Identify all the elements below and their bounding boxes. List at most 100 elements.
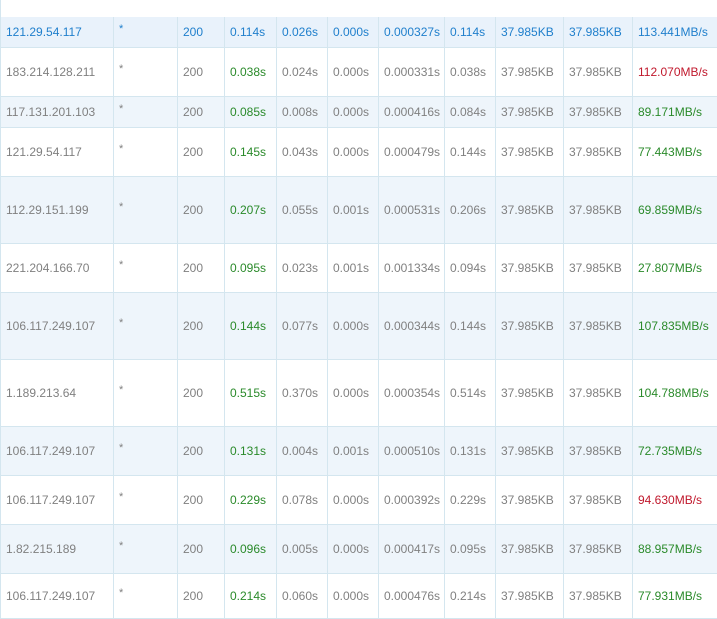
cell-download-speed: 69.859MB/s — [638, 203, 703, 217]
cell-dns-time: 0.001s — [328, 177, 379, 243]
cell-http-status: 200 — [178, 574, 225, 618]
cell-connect-time: 0.023s — [277, 244, 328, 292]
cell-total-time: 0.131s — [225, 427, 277, 475]
cell-http-status: 200 — [178, 244, 225, 292]
cell-download-speed: 77.931MB/s — [638, 589, 703, 603]
cell-resolved-host: * — [114, 427, 178, 475]
table-row[interactable]: 1.189.213.64 * 200 0.515s 0.370s 0.000s 0.0003… — [1, 360, 717, 427]
cell-download-speed: 88.957MB/s — [638, 542, 703, 556]
cell-download-time: 0.144s — [445, 293, 496, 359]
cell-download-speed: 107.835MB/s — [638, 319, 709, 333]
table-row[interactable]: 106.117.249.107 * 200 0.229s 0.078s 0.000s 0.0… — [1, 476, 717, 525]
cell-node-ip: 121.29.54.117 — [1, 128, 114, 176]
table-row[interactable]: 117.131.201.103 * 200 0.085s 0.008s 0.000s 0.0… — [1, 97, 717, 128]
cell-download-size: 37.985KB — [564, 128, 633, 176]
cell-download-speed: 113.441MB/s — [638, 25, 708, 39]
cell-total-time: 0.096s — [225, 525, 277, 573]
cell-download-size: 37.985KB — [564, 177, 633, 243]
cell-file-size: 37.985KB — [496, 293, 564, 359]
cell-first-byte-time: 0.000531s — [379, 177, 445, 243]
cell-connect-time: 0.077s — [277, 293, 328, 359]
cell-download-speed: 89.171MB/s — [638, 105, 703, 119]
table-row[interactable]: 121.29.54.117 * 200 0.145s 0.043s 0.000s 0.000… — [1, 128, 717, 177]
cell-resolved-host: * — [114, 244, 178, 292]
cell-file-size: 37.985KB — [496, 244, 564, 292]
cell-download-size: 37.985KB — [564, 17, 633, 47]
cell-node-ip: 1.189.213.64 — [1, 360, 114, 426]
cell-resolved-host: * — [114, 128, 178, 176]
cell-resolved-host: * — [114, 97, 178, 127]
cell-file-size: 37.985KB — [496, 525, 564, 573]
table-row[interactable]: 106.117.249.107 * 200 0.144s 0.077s 0.000s 0.0… — [1, 293, 717, 360]
cell-first-byte-time: 0.000331s — [379, 48, 445, 96]
cell-http-status: 200 — [178, 525, 225, 573]
cell-http-status: 200 — [178, 293, 225, 359]
cell-node-ip: 183.214.128.211 — [1, 48, 114, 96]
cell-resolved-host: * — [114, 293, 178, 359]
cell-connect-time: 0.370s — [277, 360, 328, 426]
cell-download-speed: 77.443MB/s — [638, 145, 703, 159]
cell-download-size: 37.985KB — [564, 427, 633, 475]
cell-connect-time: 0.004s — [277, 427, 328, 475]
cell-dns-time: 0.000s — [328, 97, 379, 127]
cell-http-status: 200 — [178, 476, 225, 524]
cell-resolved-host: * — [114, 574, 178, 618]
cell-http-status: 200 — [178, 360, 225, 426]
cell-node-ip: 106.117.249.107 — [1, 427, 114, 475]
cell-total-time: 0.515s — [225, 360, 277, 426]
cell-resolved-host: * — [114, 360, 178, 426]
cell-file-size: 37.985KB — [496, 177, 564, 243]
cell-http-status: 200 — [178, 48, 225, 96]
cell-download-time: 0.514s — [445, 360, 496, 426]
cell-download-size: 37.985KB — [564, 97, 633, 127]
cell-first-byte-time: 0.000479s — [379, 128, 445, 176]
cell-node-ip: 106.117.249.107 — [1, 476, 114, 524]
cell-total-time: 0.095s — [225, 244, 277, 292]
cell-dns-time: 0.001s — [328, 427, 379, 475]
cell-file-size: 37.985KB — [496, 128, 564, 176]
cell-download-size: 37.985KB — [564, 525, 633, 573]
cell-connect-time: 0.005s — [277, 525, 328, 573]
cell-file-size: 37.985KB — [496, 427, 564, 475]
cell-http-status: 200 — [178, 177, 225, 243]
table-row[interactable]: 221.204.166.70 * 200 0.095s 0.023s 0.001s 0.00… — [1, 244, 717, 293]
table-row[interactable]: 121.29.54.117 * 200 0.114s 0.026s 0.000s 0.000… — [1, 17, 717, 48]
table-row[interactable]: 106.117.249.107 * 200 0.214s 0.060s 0.000s 0.0… — [1, 574, 717, 619]
cell-total-time: 0.214s — [225, 574, 277, 618]
cell-download-speed: 27.807MB/s — [638, 261, 703, 275]
table-row[interactable]: 1.82.215.189 * 200 0.096s 0.005s 0.000s 0.0004… — [1, 525, 717, 574]
cell-resolved-host: * — [114, 177, 178, 243]
cell-download-time: 0.214s — [445, 574, 496, 618]
cell-resolved-host: * — [114, 476, 178, 524]
cell-connect-time: 0.043s — [277, 128, 328, 176]
cell-node-ip: 117.131.201.103 — [1, 97, 114, 127]
cell-http-status: 200 — [178, 17, 225, 47]
cell-dns-time: 0.000s — [328, 17, 379, 47]
cell-download-time: 0.131s — [445, 427, 496, 475]
table-row[interactable]: 112.29.151.199 * 200 0.207s 0.055s 0.001s 0.00… — [1, 177, 717, 244]
cell-dns-time: 0.000s — [328, 128, 379, 176]
cell-node-ip: 106.117.249.107 — [1, 293, 114, 359]
cell-connect-time: 0.026s — [277, 17, 328, 47]
cell-node-ip: 221.204.166.70 — [1, 244, 114, 292]
cell-http-status: 200 — [178, 97, 225, 127]
table-row[interactable]: 106.117.249.107 * 200 0.131s 0.004s 0.001s 0.0… — [1, 427, 717, 476]
cell-download-time: 0.095s — [445, 525, 496, 573]
speed-test-results-table: 121.29.54.117 * 200 0.114s 0.026s 0.000s 0.000… — [0, 0, 717, 619]
cell-total-time: 0.207s — [225, 177, 277, 243]
cell-first-byte-time: 0.000354s — [379, 360, 445, 426]
cell-download-time: 0.229s — [445, 476, 496, 524]
table-row[interactable]: 183.214.128.211 * 200 0.038s 0.024s 0.000s 0.0… — [1, 48, 717, 97]
cell-node-ip: 121.29.54.117 — [1, 17, 114, 47]
cell-dns-time: 0.000s — [328, 574, 379, 618]
cell-file-size: 37.985KB — [496, 360, 564, 426]
cell-download-speed: 94.630MB/s — [638, 493, 703, 507]
cell-dns-time: 0.000s — [328, 293, 379, 359]
cell-connect-time: 0.008s — [277, 97, 328, 127]
cell-file-size: 37.985KB — [496, 17, 564, 47]
cell-total-time: 0.144s — [225, 293, 277, 359]
cell-first-byte-time: 0.001334s — [379, 244, 445, 292]
cell-total-time: 0.145s — [225, 128, 277, 176]
cell-file-size: 37.985KB — [496, 574, 564, 618]
cell-file-size: 37.985KB — [496, 476, 564, 524]
